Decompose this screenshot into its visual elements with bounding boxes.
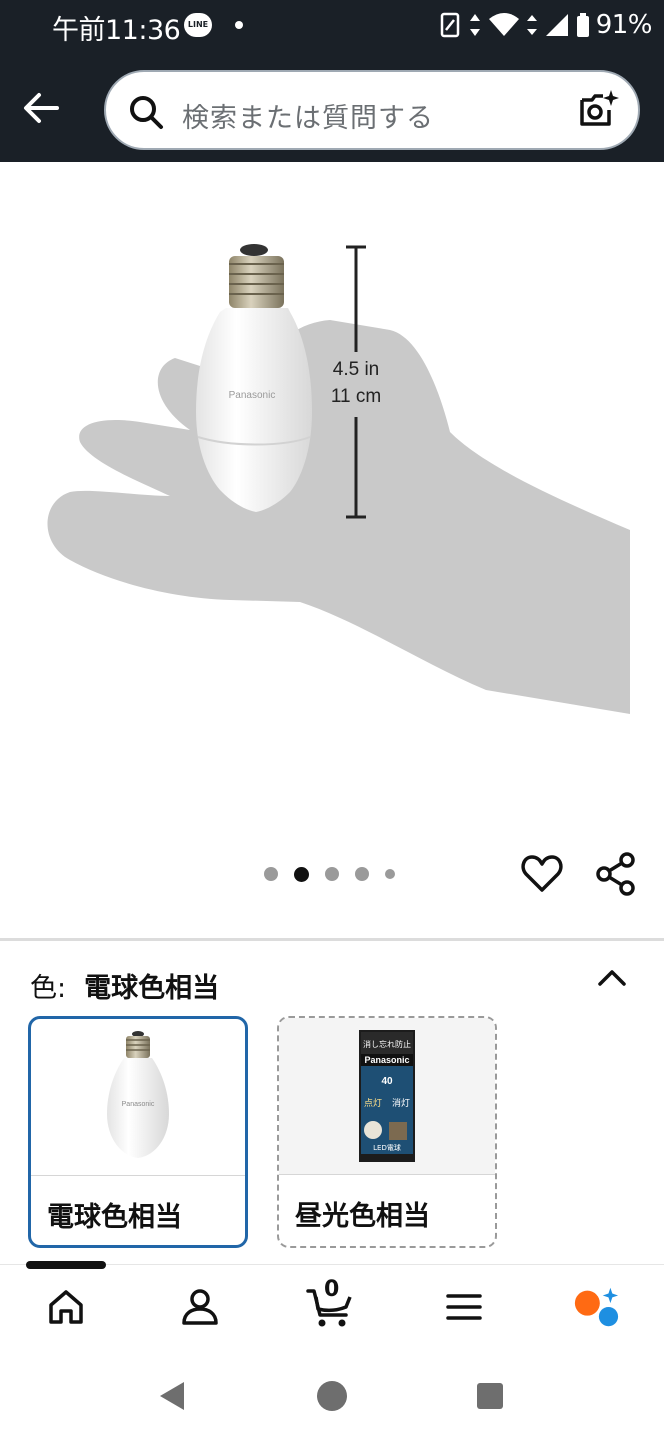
- wishlist-button[interactable]: [520, 852, 564, 896]
- battery-icon: [576, 13, 589, 37]
- swatch-thumbnail: 消し忘れ防止 Panasonic 40 点灯 消灯 LED電球: [279, 1018, 495, 1174]
- bulb-thumbnail: Panasonic: [107, 1031, 169, 1158]
- menu-icon: [446, 1294, 482, 1320]
- swatch-thumbnail: Panasonic: [31, 1019, 245, 1175]
- system-nav: [0, 1344, 664, 1440]
- rufus-icon: [574, 1287, 619, 1327]
- back-button[interactable]: [18, 88, 64, 128]
- swatch-label: 昼光色相当: [295, 1201, 430, 1232]
- data-arrows-2-icon: [526, 15, 537, 35]
- section-divider: [0, 938, 664, 941]
- nav-menu[interactable]: [440, 1283, 488, 1331]
- system-back-icon[interactable]: [156, 1380, 188, 1412]
- share-icon: [596, 852, 635, 896]
- search-placeholder: 検索または質問する: [182, 103, 434, 134]
- account-icon: [182, 1289, 218, 1325]
- swatch-separator: [279, 1174, 495, 1175]
- package-line1: 消し忘れ防止: [363, 1039, 411, 1049]
- swatch-label: 電球色相当: [47, 1202, 182, 1233]
- carousel-dot-active[interactable]: [294, 866, 309, 882]
- variation-key: 色:: [30, 973, 67, 1004]
- heart-icon: [521, 855, 563, 892]
- package-led: LED電球: [373, 1143, 401, 1152]
- search-header: 検索または質問する: [0, 52, 664, 162]
- carousel-dot[interactable]: [355, 867, 369, 881]
- carousel-dot[interactable]: [325, 867, 339, 881]
- signal-icon: [545, 14, 568, 36]
- swatch-separator: [31, 1175, 245, 1176]
- dimension-cm: 11 cm: [331, 386, 381, 407]
- bulb-illustration: Panasonic: [196, 244, 312, 512]
- dimension-inches: 4.5 in: [333, 359, 379, 380]
- nav-cart[interactable]: 0: [306, 1277, 354, 1331]
- package-right-word: 消灯: [392, 1097, 410, 1109]
- nav-home[interactable]: [42, 1283, 90, 1331]
- swatch-option-selected[interactable]: Panasonic 電球色相当: [28, 1016, 248, 1248]
- nav-rufus[interactable]: [572, 1283, 620, 1331]
- battery-percent: 91%: [595, 10, 653, 40]
- product-image[interactable]: Panasonic 4.5 in 11 cm: [0, 162, 664, 842]
- status-bar: 午前11:36 LINE 91%: [0, 0, 664, 52]
- notification-dot-icon: [235, 21, 243, 29]
- share-button[interactable]: [594, 852, 638, 896]
- package-brand: Panasonic: [364, 1055, 409, 1065]
- search-icon: [130, 96, 163, 129]
- data-arrows-icon: [469, 14, 480, 36]
- variation-header: 色: 電球色相当: [30, 966, 219, 1005]
- status-time: 午前11:36: [52, 15, 181, 46]
- wifi-icon: [488, 13, 519, 36]
- camera-sparkle-icon[interactable]: [576, 88, 620, 132]
- line-notification-icon: LINE: [184, 13, 212, 37]
- package-left-word: 点灯: [364, 1098, 382, 1109]
- back-arrow-icon: [24, 93, 59, 123]
- nav-account[interactable]: [176, 1283, 224, 1331]
- collapse-button[interactable]: [594, 960, 630, 996]
- package-thumbnail: 消し忘れ防止 Panasonic 40 点灯 消灯 LED電球: [359, 1030, 415, 1162]
- bulb-brand-text: Panasonic: [229, 390, 276, 401]
- carousel-dots: [264, 864, 395, 884]
- package-watt: 40: [381, 1076, 393, 1087]
- carousel-dot[interactable]: [385, 869, 395, 879]
- carousel-dot[interactable]: [264, 867, 278, 881]
- bottom-nav: 0: [0, 1261, 664, 1344]
- home-icon: [49, 1290, 83, 1324]
- variation-selected-value: 電球色相当: [84, 973, 220, 1004]
- thumb-brand-text: Panasonic: [122, 1101, 155, 1108]
- chevron-up-icon: [598, 970, 626, 986]
- search-input[interactable]: 検索または質問する: [104, 70, 640, 150]
- nfc-icon: [440, 12, 459, 38]
- status-icons: 91%: [440, 10, 653, 40]
- system-home-icon[interactable]: [316, 1380, 348, 1412]
- swatch-option[interactable]: 消し忘れ防止 Panasonic 40 点灯 消灯 LED電球 昼光色相当: [277, 1016, 497, 1248]
- active-tab-indicator: [26, 1261, 106, 1269]
- system-recents-icon[interactable]: [476, 1382, 504, 1410]
- cart-count: 0: [324, 1277, 340, 1302]
- product-photo: Panasonic 4.5 in 11 cm: [47, 244, 630, 714]
